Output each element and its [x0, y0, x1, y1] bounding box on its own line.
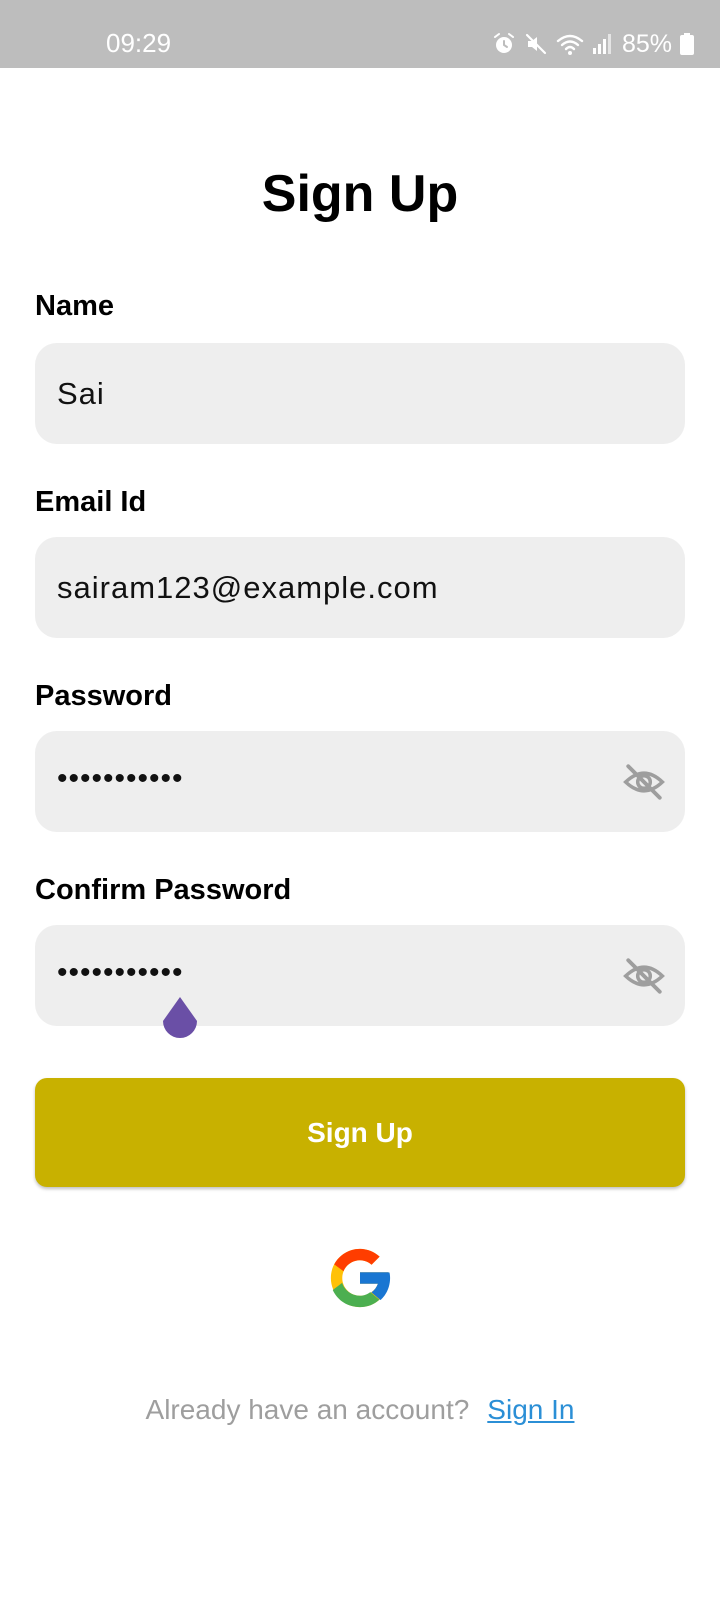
- mute-icon: [525, 33, 547, 55]
- eye-off-icon[interactable]: [623, 955, 665, 997]
- confirm-password-input[interactable]: •••••••••••: [35, 925, 685, 1026]
- eye-off-icon[interactable]: [623, 761, 665, 803]
- email-input[interactable]: sairam123@example.com: [35, 537, 685, 638]
- footer-text: Already have an account?: [145, 1394, 470, 1425]
- password-label: Password: [35, 680, 172, 712]
- password-input[interactable]: •••••••••••: [35, 731, 685, 832]
- status-icons: 85%: [492, 28, 694, 60]
- page-title: Sign Up: [261, 165, 459, 223]
- sign-in-link[interactable]: Sign In: [487, 1394, 574, 1425]
- wifi-icon: [556, 34, 584, 55]
- sign-up-button-label: Sign Up: [307, 1116, 413, 1148]
- email-value: sairam123@example.com: [57, 570, 439, 605]
- status-bar: 09:29 85%: [0, 0, 720, 68]
- name-label: Name: [35, 290, 114, 322]
- email-label: Email Id: [35, 486, 147, 518]
- name-input[interactable]: Sai: [35, 343, 685, 444]
- status-time: 09:29: [106, 28, 172, 58]
- name-value: Sai: [57, 376, 105, 411]
- battery-percentage: 85%: [621, 30, 672, 58]
- alarm-icon: [493, 33, 514, 53]
- password-value: •••••••••••: [57, 762, 184, 795]
- footer: Already have an account? Sign In: [0, 1390, 720, 1430]
- sign-up-button[interactable]: Sign Up: [35, 1078, 685, 1187]
- text-cursor-handle[interactable]: [160, 997, 200, 1045]
- google-icon[interactable]: [322, 1240, 398, 1316]
- signal-icon: [592, 34, 611, 54]
- confirm-password-label: Confirm Password: [35, 874, 292, 906]
- battery-icon: [680, 33, 694, 55]
